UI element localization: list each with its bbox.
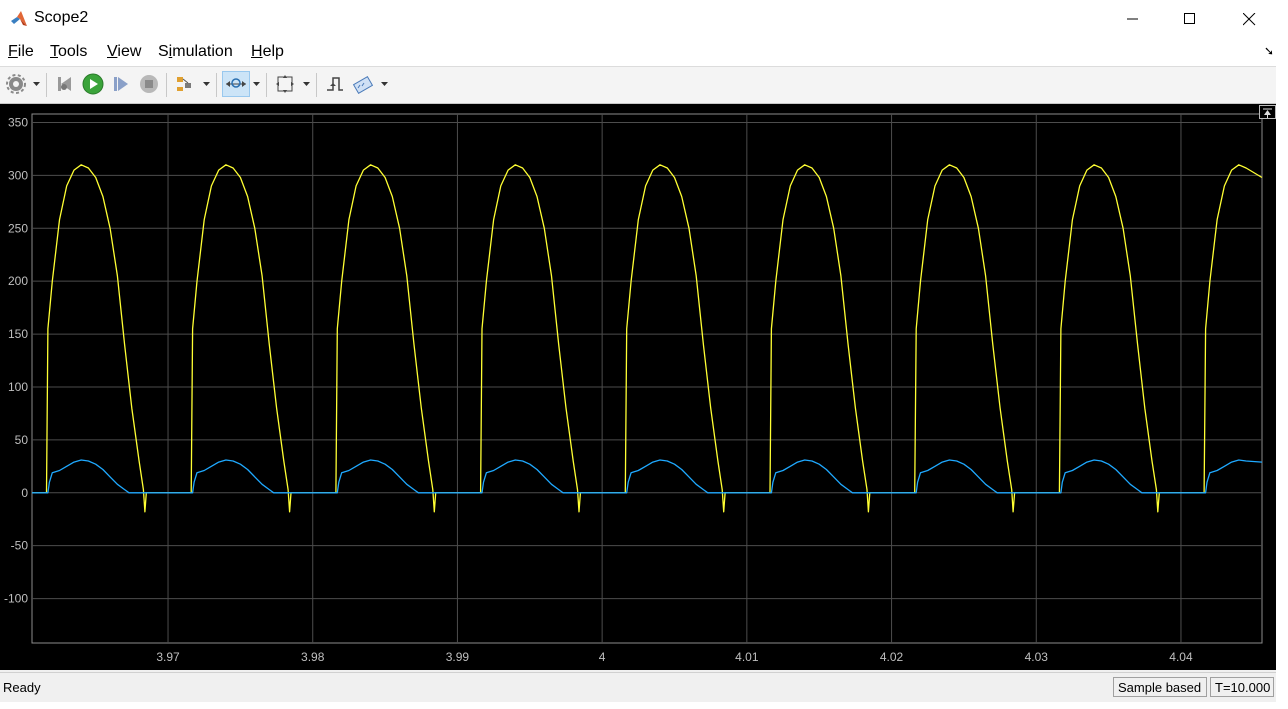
menu-simulation-label: mulation — [172, 43, 233, 60]
status-bar: Ready Sample based T=10.000 — [0, 672, 1276, 703]
close-button[interactable] — [1220, 0, 1278, 38]
y-tick-label: -100 — [4, 592, 28, 606]
expand-toolstrip-icon[interactable] — [1259, 105, 1276, 119]
settings-dropdown-arrow[interactable] — [31, 71, 41, 97]
signal-selector-dropdown-arrow[interactable] — [201, 71, 211, 97]
y-tick-label: 350 — [8, 115, 28, 129]
minimize-button[interactable] — [1104, 0, 1162, 38]
matlab-logo-icon — [10, 10, 28, 28]
toolbar-separator — [166, 73, 167, 97]
menu-bar: File Tools View Simulation Help ➘ — [0, 38, 1288, 66]
menu-view[interactable]: View — [107, 43, 141, 61]
simulation-time-indicator: T=10.000 — [1210, 677, 1274, 697]
menu-view-mnemonic: V — [107, 43, 118, 60]
undock-arrow-icon[interactable]: ➘ — [1264, 44, 1274, 58]
menu-file[interactable]: File — [8, 43, 34, 61]
y-tick-label: 50 — [15, 433, 29, 447]
toolbar-separator — [266, 73, 267, 97]
toolbar-separator — [46, 73, 47, 97]
zoom-icon[interactable] — [222, 71, 250, 97]
y-tick-label: 0 — [21, 486, 28, 500]
toolbar-separator — [316, 73, 317, 97]
menu-help[interactable]: Help — [251, 43, 284, 61]
run-icon[interactable] — [80, 71, 106, 97]
x-tick-label: 4.03 — [1025, 650, 1049, 664]
menu-tools-label: ools — [58, 43, 88, 60]
y-tick-label: -50 — [11, 539, 29, 553]
window-title: Scope2 — [34, 9, 89, 26]
x-tick-label: 3.98 — [301, 650, 325, 664]
menu-file-mnemonic: F — [8, 43, 18, 60]
menu-simulation[interactable]: Simulation — [158, 43, 233, 61]
x-tick-label: 4.04 — [1169, 650, 1193, 664]
x-tick-label: 4.01 — [735, 650, 759, 664]
menu-simulation-prefix: S — [158, 43, 169, 60]
toolbar — [0, 66, 1288, 104]
step-back-icon[interactable] — [52, 71, 78, 97]
triggers-icon[interactable] — [322, 71, 348, 97]
zoom-dropdown-arrow[interactable] — [251, 71, 261, 97]
menu-view-label: iew — [117, 43, 142, 60]
measurements-icon[interactable] — [350, 71, 376, 97]
menu-help-label: elp — [262, 43, 284, 60]
status-text: Ready — [3, 680, 41, 695]
menu-help-mnemonic: H — [251, 43, 263, 60]
menu-file-label: ile — [17, 43, 34, 60]
scope-display: -100 -50 0 50 100 150 200 250 300 350 3.97 3.98 3.99… — [0, 104, 1276, 670]
autoscale-dropdown-arrow[interactable] — [301, 71, 311, 97]
measurements-dropdown-arrow[interactable] — [379, 71, 389, 97]
background-window-edge — [1276, 38, 1288, 702]
y-tick-label: 250 — [8, 221, 28, 235]
autoscale-icon[interactable] — [272, 71, 298, 97]
y-tick-label: 100 — [8, 380, 28, 394]
x-tick-label: 4 — [599, 650, 606, 664]
window-bottom-edge — [0, 702, 1288, 709]
x-tick-label: 3.99 — [446, 650, 470, 664]
menu-tools-mnemonic: T — [50, 43, 58, 60]
title-bar: Scope2 — [0, 0, 1288, 38]
step-forward-icon[interactable] — [108, 71, 134, 97]
menu-tools[interactable]: Tools — [50, 43, 87, 61]
settings-gear-icon[interactable] — [3, 71, 29, 97]
maximize-button[interactable] — [1161, 0, 1219, 38]
x-tick-label: 4.02 — [880, 650, 904, 664]
stop-icon[interactable] — [136, 71, 162, 97]
scope-plot[interactable]: -100 -50 0 50 100 150 200 250 300 350 3.97 3.98 3.99… — [0, 104, 1276, 670]
x-tick-label: 3.97 — [156, 650, 180, 664]
signal-selector-icon[interactable] — [172, 71, 198, 97]
y-tick-label: 150 — [8, 327, 28, 341]
sample-mode-indicator: Sample based — [1113, 677, 1207, 697]
y-tick-label: 200 — [8, 274, 28, 288]
toolbar-separator — [216, 73, 217, 97]
y-tick-label: 300 — [8, 168, 28, 182]
